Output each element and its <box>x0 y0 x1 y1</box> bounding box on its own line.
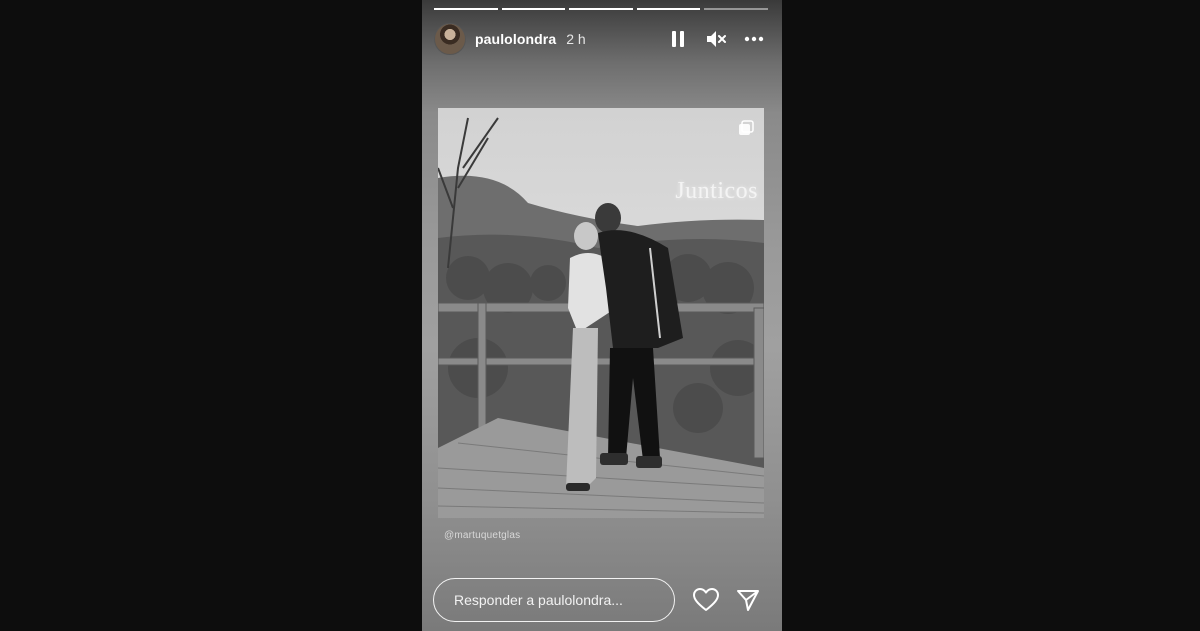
progress-segment <box>569 8 633 10</box>
pause-icon <box>672 31 684 47</box>
more-options-button[interactable] <box>742 27 766 51</box>
progress-segment <box>501 8 566 10</box>
story-viewer: paulolondra 2 h Junticos @martuquetglas … <box>422 0 782 631</box>
progress-segment <box>434 8 498 10</box>
progress-segment <box>636 8 701 10</box>
story-header: paulolondra 2 h <box>434 22 770 56</box>
multiple-posts-icon <box>738 120 754 136</box>
progress-segment <box>704 8 768 10</box>
username-link[interactable]: paulolondra <box>475 31 556 47</box>
user-avatar[interactable] <box>434 23 466 55</box>
couple-photo <box>438 108 764 518</box>
send-icon <box>737 590 759 611</box>
post-time: 2 h <box>566 31 586 47</box>
story-footer <box>433 577 771 623</box>
share-button[interactable] <box>731 583 765 617</box>
reply-input[interactable] <box>433 578 675 622</box>
more-horizontal-icon <box>744 36 764 42</box>
story-overlay-text: Junticos <box>675 178 758 204</box>
mute-button[interactable] <box>704 27 728 51</box>
heart-icon <box>693 588 719 611</box>
pause-button[interactable] <box>666 27 690 51</box>
story-progress-bar <box>434 8 768 10</box>
story-photo[interactable]: Junticos <box>438 108 764 518</box>
mention-tag[interactable]: @martuquetglas <box>444 530 520 541</box>
muted-speaker-icon <box>707 31 726 47</box>
story-controls <box>666 27 766 51</box>
like-button[interactable] <box>689 583 723 617</box>
